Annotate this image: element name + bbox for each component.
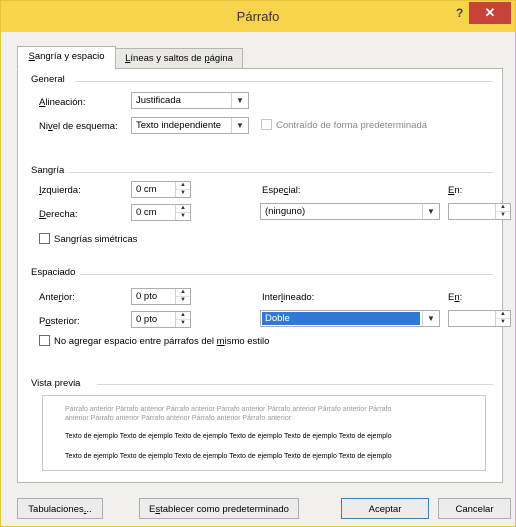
help-icon[interactable]: ? <box>456 6 463 20</box>
preview-box: Párrafo anterior Párrafo anterior Párraf… <box>42 395 486 471</box>
mirror-indents-checkbox[interactable] <box>39 233 50 244</box>
tab-indent-spacing[interactable]: Sangría y espacio <box>17 46 116 70</box>
indent-right-label: Derecha: <box>39 209 78 220</box>
mirror-indents-label: Sangrías simétricas <box>54 234 138 245</box>
preview-heading: Vista previa <box>31 378 81 389</box>
preview-sample-line2: Texto de ejemplo Texto de ejemplo Texto … <box>65 453 392 460</box>
preview-previous-paragraph-line2: anterior Párrafo anterior Párrafo anteri… <box>65 415 292 422</box>
space-after-spinner[interactable]: 0 pto ▲ ▼ <box>131 311 191 328</box>
alignment-value: Justificada <box>136 95 181 106</box>
window-title: Párrafo <box>236 9 280 24</box>
preview-divider <box>97 384 493 385</box>
spin-up-icon[interactable]: ▲ <box>496 311 510 319</box>
preview-sample-line1: Texto de ejemplo Texto de ejemplo Texto … <box>65 433 392 440</box>
collapsed-checkbox[interactable] <box>261 119 272 130</box>
special-indent-label: Especial: <box>262 185 301 196</box>
chevron-down-icon: ▼ <box>422 311 439 326</box>
outline-level-value: Texto independiente <box>136 120 222 131</box>
indent-left-label: Izquierda: <box>39 185 81 196</box>
indent-right-spinner[interactable]: 0 cm ▲ ▼ <box>131 204 191 221</box>
general-heading: General <box>31 74 65 85</box>
spin-up-icon[interactable]: ▲ <box>176 289 190 297</box>
indent-heading: Sangría <box>31 165 65 176</box>
spin-up-icon[interactable]: ▲ <box>176 182 190 190</box>
tab-line-page-breaks[interactable]: Líneas y saltos de página <box>115 48 243 70</box>
title-bar[interactable]: Párrafo ? ✕ <box>1 1 515 32</box>
space-before-spinner[interactable]: 0 pto ▲ ▼ <box>131 288 191 305</box>
paragraph-dialog: Párrafo ? ✕ Sangría y espacio Líneas y s… <box>0 0 516 527</box>
spin-down-icon[interactable]: ▼ <box>176 190 190 197</box>
indent-by-label: En: <box>448 185 463 196</box>
no-space-same-style-checkbox[interactable] <box>39 335 50 346</box>
spin-up-icon[interactable]: ▲ <box>176 205 190 213</box>
outline-level-label: Nivel de esquema: <box>39 121 118 132</box>
outline-level-select[interactable]: Texto independiente ▼ <box>131 117 249 134</box>
space-after-label: Posterior: <box>39 316 80 327</box>
line-spacing-label: Interlineado: <box>262 292 315 303</box>
chevron-down-icon: ▼ <box>231 93 248 108</box>
indent-divider <box>69 172 493 173</box>
alignment-select[interactable]: Justificada ▼ <box>131 92 249 109</box>
line-spacing-at-label: En: <box>448 292 463 303</box>
line-spacing-select[interactable]: Doble ▼ <box>260 310 440 327</box>
collapsed-label: Contraído de forma predeterminada <box>276 120 428 131</box>
ok-button[interactable]: Aceptar <box>341 498 429 519</box>
cancel-button[interactable]: Cancelar <box>438 498 511 519</box>
alignment-label: Alineación: <box>39 97 86 108</box>
general-divider <box>75 81 493 82</box>
spin-down-icon[interactable]: ▼ <box>176 297 190 304</box>
chevron-down-icon: ▼ <box>231 118 248 133</box>
indent-by-spinner[interactable]: ▲ ▼ <box>448 203 511 220</box>
spin-down-icon[interactable]: ▼ <box>176 213 190 220</box>
tabs-button[interactable]: Tabulaciones... <box>17 498 103 519</box>
preview-previous-paragraph-line1: Párrafo anterior Párrafo anterior Párraf… <box>65 406 392 413</box>
spin-down-icon[interactable]: ▼ <box>176 320 190 327</box>
set-as-default-button[interactable]: Establecer como predeterminado <box>139 498 299 519</box>
line-spacing-at-spinner[interactable]: ▲ ▼ <box>448 310 511 327</box>
space-before-label: Anterior: <box>39 292 75 303</box>
no-space-same-style-label: No agregar espacio entre párrafos del mi… <box>54 336 270 347</box>
special-indent-select[interactable]: (ninguno) ▼ <box>260 203 440 220</box>
close-button[interactable]: ✕ <box>469 2 511 24</box>
spacing-heading: Espaciado <box>31 267 76 278</box>
chevron-down-icon: ▼ <box>422 204 439 219</box>
spin-up-icon[interactable]: ▲ <box>496 204 510 212</box>
spin-up-icon[interactable]: ▲ <box>176 312 190 320</box>
indent-left-spinner[interactable]: 0 cm ▲ ▼ <box>131 181 191 198</box>
spacing-divider <box>80 274 493 275</box>
spin-down-icon[interactable]: ▼ <box>496 319 510 326</box>
spin-down-icon[interactable]: ▼ <box>496 212 510 219</box>
